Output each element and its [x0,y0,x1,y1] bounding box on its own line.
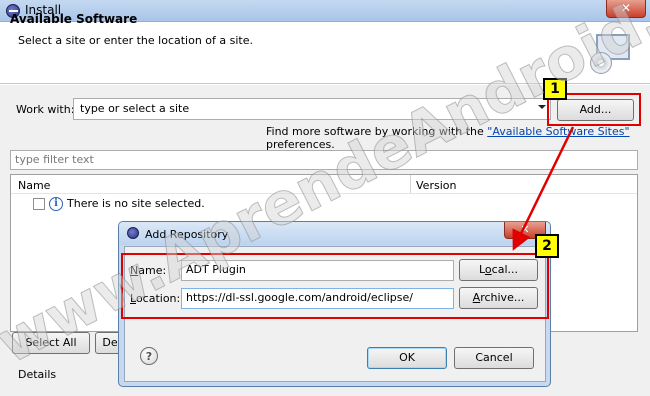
annotation-arrow [512,126,575,251]
step-marker-2: 2 [535,234,559,258]
step-marker-1: 1 [543,78,567,100]
arrow-line [512,126,575,251]
